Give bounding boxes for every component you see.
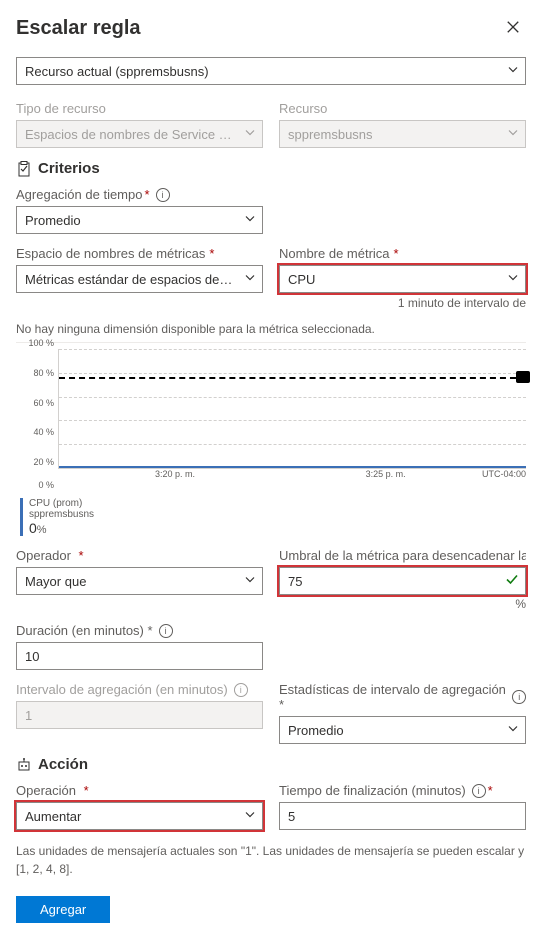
metric-name-value: CPU (288, 272, 315, 287)
y-tick: 100 % (16, 338, 54, 348)
no-dimension-note: No hay ninguna dimensión disponible para… (16, 322, 526, 336)
y-tick: 80 % (16, 368, 54, 378)
threshold-label: Umbral de la métrica para desencadenar l… (279, 548, 526, 563)
y-tick: 20 % (16, 457, 54, 467)
info-icon[interactable]: i (512, 690, 526, 704)
checkmark-icon (506, 574, 518, 589)
agg-stats-value: Promedio (288, 723, 344, 738)
close-button[interactable] (500, 14, 526, 43)
chevron-down-icon (244, 127, 256, 142)
units-message: Las unidades de mensajería actuales son … (16, 842, 526, 878)
threshold-unit: % (279, 597, 526, 611)
robot-icon (16, 757, 32, 773)
threshold-handle[interactable] (516, 371, 530, 383)
close-icon (506, 18, 520, 38)
agg-stats-label: Estadísticas de intervalo de agregación … (279, 682, 526, 712)
chart-legend: CPU (prom) sppremsbusns 0% (20, 498, 526, 536)
info-icon[interactable]: i (234, 683, 248, 697)
y-tick: 60 % (16, 398, 54, 408)
resource-type-value: Espacios de nombres de Service Bus (25, 127, 234, 142)
metric-name-label: Nombre de métrica* (279, 246, 526, 261)
metric-namespace-value: Métricas estándar de espacios de nombres… (25, 272, 234, 287)
legend-series-name: CPU (prom) (29, 498, 526, 509)
current-resource-value: Recurso actual (sppremsbusns) (25, 64, 209, 79)
info-icon[interactable]: i (159, 624, 173, 638)
x-tick: 3:25 p. m. (366, 469, 406, 479)
action-title: Acción (38, 756, 88, 773)
cooldown-input[interactable]: 5 (279, 802, 526, 830)
legend-resource: sppremsbusns (29, 509, 526, 520)
criteria-title: Criterios (38, 160, 100, 177)
chevron-down-icon (507, 127, 519, 142)
agg-interval-label: Intervalo de agregación (en minutos) i (16, 682, 263, 697)
threshold-line[interactable] (59, 377, 526, 379)
series-line (59, 466, 526, 468)
legend-unit: % (37, 524, 47, 536)
interval-note: 1 minuto de intervalo de (279, 296, 526, 310)
chevron-down-icon (244, 213, 256, 228)
info-icon[interactable]: i (472, 784, 486, 798)
chevron-down-icon (244, 272, 256, 287)
operation-value: Aumentar (25, 809, 81, 824)
resource-value: sppremsbusns (288, 127, 373, 142)
operator-label: Operador * (16, 548, 263, 563)
chevron-down-icon (244, 809, 256, 824)
resource-type-label: Tipo de recurso (16, 101, 263, 116)
agg-interval-input: 1 (16, 701, 263, 729)
add-button[interactable]: Agregar (16, 896, 110, 923)
threshold-input[interactable]: 75 (279, 567, 526, 595)
info-icon[interactable]: i (156, 188, 170, 202)
metric-chart: 100 % 80 % 60 % 40 % 20 % 0 % 3:20 p. m.… (16, 342, 526, 492)
cooldown-label: Tiempo de finalización (minutos) i * (279, 783, 526, 798)
duration-label: Duración (en minutos) * i (16, 623, 263, 638)
operation-dropdown[interactable]: Aumentar (16, 802, 263, 830)
duration-value: 10 (25, 649, 39, 664)
metric-namespace-label: Espacio de nombres de métricas* (16, 246, 263, 261)
chevron-down-icon (507, 64, 519, 79)
current-resource-dropdown[interactable]: Recurso actual (sppremsbusns) (16, 57, 526, 85)
chevron-down-icon (507, 723, 519, 738)
chevron-down-icon (244, 574, 256, 589)
time-agg-value: Promedio (25, 213, 81, 228)
resource-type-dropdown: Espacios de nombres de Service Bus (16, 120, 263, 148)
legend-value: 0 (29, 520, 37, 536)
metric-name-dropdown[interactable]: CPU (279, 265, 526, 293)
metric-namespace-dropdown[interactable]: Métricas estándar de espacios de nombres… (16, 265, 263, 293)
operator-value: Mayor que (25, 574, 86, 589)
y-tick: 40 % (16, 427, 54, 437)
agg-stats-dropdown[interactable]: Promedio (279, 716, 526, 744)
time-agg-label: Agregación de tiempo* i (16, 187, 263, 202)
operator-dropdown[interactable]: Mayor que (16, 567, 263, 595)
cooldown-value: 5 (288, 809, 295, 824)
panel-title: Escalar regla (16, 17, 141, 40)
duration-input[interactable]: 10 (16, 642, 263, 670)
chart-timezone: UTC-04:00 (482, 469, 526, 479)
x-tick: 3:20 p. m. (155, 469, 195, 479)
chevron-down-icon (507, 272, 519, 287)
agg-interval-value: 1 (25, 708, 32, 723)
time-agg-dropdown[interactable]: Promedio (16, 206, 263, 234)
resource-dropdown: sppremsbusns (279, 120, 526, 148)
clipboard-check-icon (16, 161, 32, 177)
threshold-value: 75 (288, 574, 302, 589)
operation-label: Operación * (16, 783, 263, 798)
y-tick: 0 % (16, 480, 54, 490)
resource-label: Recurso (279, 101, 526, 116)
